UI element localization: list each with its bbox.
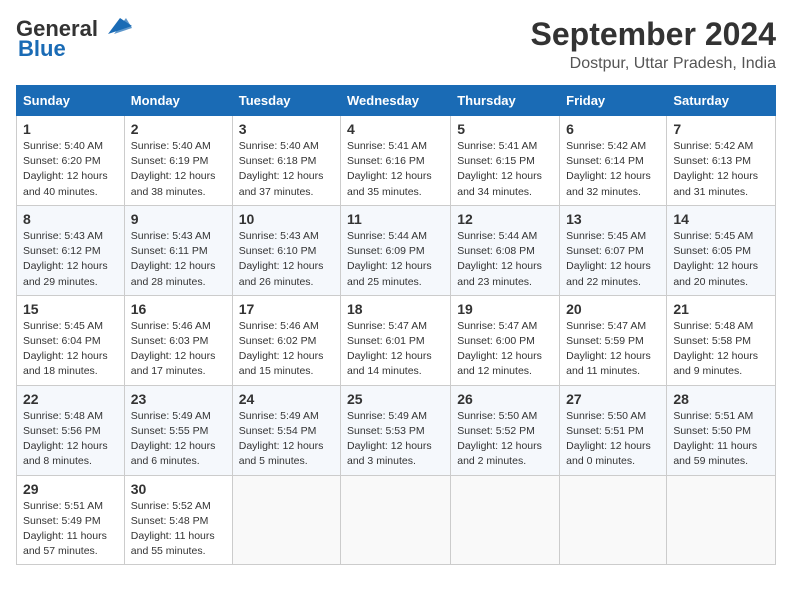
col-header-saturday: Saturday	[667, 86, 776, 116]
table-row	[232, 475, 340, 565]
logo-blue: Blue	[18, 36, 66, 62]
table-row	[341, 475, 451, 565]
table-row: 22Sunrise: 5:48 AMSunset: 5:56 PMDayligh…	[17, 385, 125, 475]
table-row: 23Sunrise: 5:49 AMSunset: 5:55 PMDayligh…	[124, 385, 232, 475]
calendar-week-4: 22Sunrise: 5:48 AMSunset: 5:56 PMDayligh…	[17, 385, 776, 475]
logo: General Blue	[16, 16, 132, 62]
table-row	[667, 475, 776, 565]
table-row: 27Sunrise: 5:50 AMSunset: 5:51 PMDayligh…	[560, 385, 667, 475]
title-block: September 2024 Dostpur, Uttar Pradesh, I…	[531, 16, 776, 73]
table-row: 21Sunrise: 5:48 AMSunset: 5:58 PMDayligh…	[667, 295, 776, 385]
table-row: 30Sunrise: 5:52 AMSunset: 5:48 PMDayligh…	[124, 475, 232, 565]
calendar-week-1: 1Sunrise: 5:40 AMSunset: 6:20 PMDaylight…	[17, 116, 776, 206]
table-row: 16Sunrise: 5:46 AMSunset: 6:03 PMDayligh…	[124, 295, 232, 385]
header: General Blue September 2024 Dostpur, Utt…	[16, 16, 776, 73]
calendar-week-2: 8Sunrise: 5:43 AMSunset: 6:12 PMDaylight…	[17, 205, 776, 295]
calendar-week-3: 15Sunrise: 5:45 AMSunset: 6:04 PMDayligh…	[17, 295, 776, 385]
table-row: 18Sunrise: 5:47 AMSunset: 6:01 PMDayligh…	[341, 295, 451, 385]
table-row	[560, 475, 667, 565]
table-row: 5Sunrise: 5:41 AMSunset: 6:15 PMDaylight…	[451, 116, 560, 206]
main-title: September 2024	[531, 16, 776, 53]
table-row: 4Sunrise: 5:41 AMSunset: 6:16 PMDaylight…	[341, 116, 451, 206]
table-row: 24Sunrise: 5:49 AMSunset: 5:54 PMDayligh…	[232, 385, 340, 475]
table-row: 8Sunrise: 5:43 AMSunset: 6:12 PMDaylight…	[17, 205, 125, 295]
table-row: 12Sunrise: 5:44 AMSunset: 6:08 PMDayligh…	[451, 205, 560, 295]
col-header-sunday: Sunday	[17, 86, 125, 116]
table-row: 14Sunrise: 5:45 AMSunset: 6:05 PMDayligh…	[667, 205, 776, 295]
table-row: 17Sunrise: 5:46 AMSunset: 6:02 PMDayligh…	[232, 295, 340, 385]
col-header-monday: Monday	[124, 86, 232, 116]
table-row: 29Sunrise: 5:51 AMSunset: 5:49 PMDayligh…	[17, 475, 125, 565]
table-row: 3Sunrise: 5:40 AMSunset: 6:18 PMDaylight…	[232, 116, 340, 206]
header-row: SundayMondayTuesdayWednesdayThursdayFrid…	[17, 86, 776, 116]
subtitle: Dostpur, Uttar Pradesh, India	[531, 55, 776, 73]
table-row: 19Sunrise: 5:47 AMSunset: 6:00 PMDayligh…	[451, 295, 560, 385]
col-header-tuesday: Tuesday	[232, 86, 340, 116]
table-row: 20Sunrise: 5:47 AMSunset: 5:59 PMDayligh…	[560, 295, 667, 385]
table-row: 7Sunrise: 5:42 AMSunset: 6:13 PMDaylight…	[667, 116, 776, 206]
table-row: 10Sunrise: 5:43 AMSunset: 6:10 PMDayligh…	[232, 205, 340, 295]
table-row: 1Sunrise: 5:40 AMSunset: 6:20 PMDaylight…	[17, 116, 125, 206]
table-row: 2Sunrise: 5:40 AMSunset: 6:19 PMDaylight…	[124, 116, 232, 206]
table-row: 13Sunrise: 5:45 AMSunset: 6:07 PMDayligh…	[560, 205, 667, 295]
table-row: 28Sunrise: 5:51 AMSunset: 5:50 PMDayligh…	[667, 385, 776, 475]
table-row: 15Sunrise: 5:45 AMSunset: 6:04 PMDayligh…	[17, 295, 125, 385]
logo-icon	[100, 14, 132, 36]
table-row: 9Sunrise: 5:43 AMSunset: 6:11 PMDaylight…	[124, 205, 232, 295]
col-header-friday: Friday	[560, 86, 667, 116]
calendar-week-5: 29Sunrise: 5:51 AMSunset: 5:49 PMDayligh…	[17, 475, 776, 565]
table-row: 11Sunrise: 5:44 AMSunset: 6:09 PMDayligh…	[341, 205, 451, 295]
table-row: 25Sunrise: 5:49 AMSunset: 5:53 PMDayligh…	[341, 385, 451, 475]
col-header-wednesday: Wednesday	[341, 86, 451, 116]
table-row: 6Sunrise: 5:42 AMSunset: 6:14 PMDaylight…	[560, 116, 667, 206]
table-row	[451, 475, 560, 565]
calendar-table: SundayMondayTuesdayWednesdayThursdayFrid…	[16, 85, 776, 565]
table-row: 26Sunrise: 5:50 AMSunset: 5:52 PMDayligh…	[451, 385, 560, 475]
col-header-thursday: Thursday	[451, 86, 560, 116]
